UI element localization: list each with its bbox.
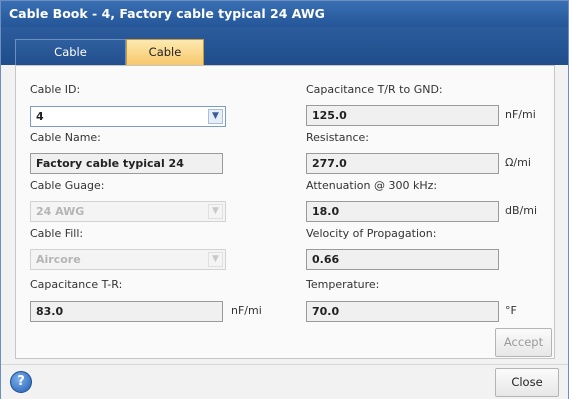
cable-id-value: 4: [36, 110, 44, 123]
capacitance-tr-unit: nF/mi: [231, 304, 262, 317]
cable-id-select[interactable]: 4 ▼: [30, 106, 226, 127]
capacitance-tr-field[interactable]: 83.0: [30, 301, 223, 322]
temperature-unit: °F: [505, 304, 517, 317]
capacitance-gnd-field[interactable]: 125.0: [306, 105, 499, 126]
resistance-field[interactable]: 277.0: [306, 153, 499, 174]
resistance-label: Resistance:: [306, 131, 369, 144]
cable-fill-label: Cable Fill:: [30, 227, 84, 240]
chevron-down-icon[interactable]: ▼: [208, 109, 223, 124]
accept-button[interactable]: Accept: [495, 328, 552, 357]
velocity-field[interactable]: 0.66: [306, 249, 499, 270]
velocity-label: Velocity of Propagation:: [306, 227, 437, 240]
cable-gauge-select: 24 AWG ▼: [30, 201, 226, 222]
cable-book-window: Cable Book - 4, Factory cable typical 24…: [0, 0, 569, 399]
chevron-down-icon: ▼: [208, 252, 223, 267]
attenuation-field[interactable]: 18.0: [306, 201, 499, 222]
tab-strip: Cable Management Cable Details: [1, 27, 568, 83]
chevron-down-icon: ▼: [208, 204, 223, 219]
tab-cable-details[interactable]: Cable Details: [126, 39, 204, 83]
temperature-label: Temperature:: [306, 278, 380, 291]
window-title: Cable Book - 4, Factory cable typical 24…: [1, 1, 568, 27]
cable-fill-select: Aircore ▼: [30, 249, 226, 270]
bottom-bar: ? Close: [1, 364, 568, 399]
attenuation-unit: dB/mi: [505, 204, 538, 217]
temperature-field[interactable]: 70.0: [306, 301, 499, 322]
help-icon[interactable]: ?: [10, 371, 32, 393]
cable-name-label: Cable Name:: [30, 131, 101, 144]
cable-details-panel: Cable ID: 4 ▼ Cable Name: Factory cable …: [15, 65, 555, 359]
tab-cable-management[interactable]: Cable Management: [15, 39, 126, 83]
close-button[interactable]: Close: [495, 368, 559, 397]
cable-name-field[interactable]: Factory cable typical 24: [30, 153, 223, 174]
capacitance-tr-label: Capacitance T-R:: [30, 278, 123, 291]
capacitance-gnd-unit: nF/mi: [505, 108, 536, 121]
cable-gauge-value: 24 AWG: [36, 205, 85, 218]
attenuation-label: Attenuation @ 300 kHz:: [306, 179, 438, 192]
capacitance-gnd-label: Capacitance T/R to GND:: [306, 83, 443, 96]
resistance-unit: Ω/mi: [505, 156, 531, 169]
cable-fill-value: Aircore: [36, 253, 81, 266]
cable-gauge-label: Cable Guage:: [30, 179, 105, 192]
cable-id-label: Cable ID:: [30, 83, 81, 96]
